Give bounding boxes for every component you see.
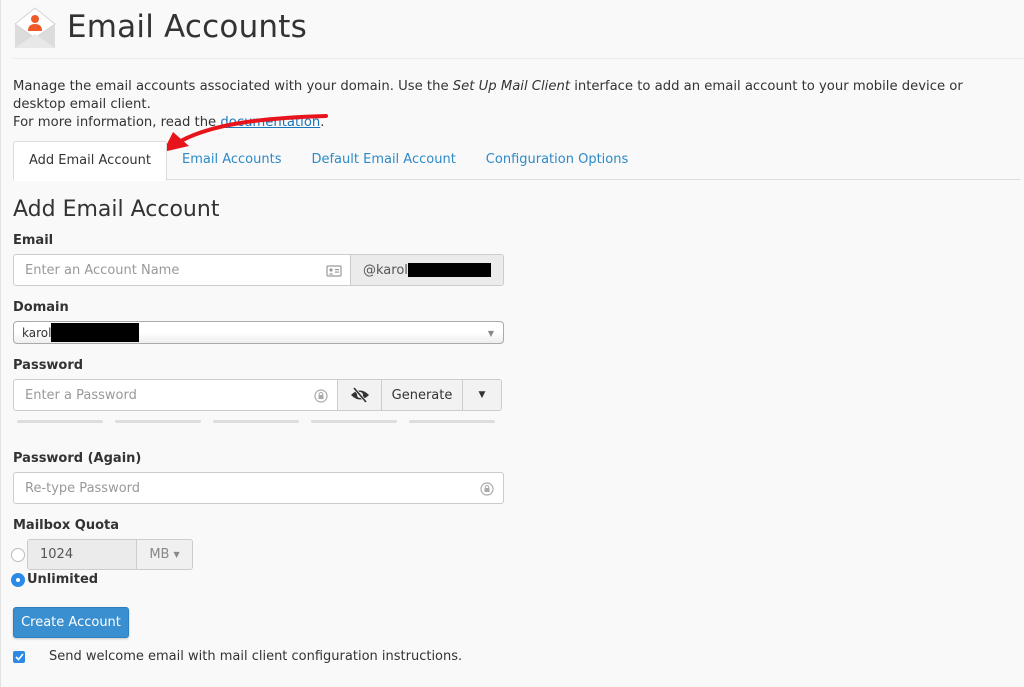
mailbox-quota-label: Mailbox Quota xyxy=(13,518,119,533)
email-label: Email xyxy=(13,233,54,248)
eye-slash-icon xyxy=(350,387,369,403)
section-title: Add Email Account xyxy=(13,197,220,222)
tab-add-email-account[interactable]: Add Email Account xyxy=(13,141,167,181)
tab-configuration-options[interactable]: Configuration Options xyxy=(471,141,643,179)
welcome-email-label: Send welcome email with mail client conf… xyxy=(49,649,463,664)
toggle-password-visibility-button[interactable] xyxy=(337,380,381,410)
strength-segment xyxy=(311,420,397,423)
set-up-mail-client-text: Set Up Mail Client xyxy=(452,79,570,94)
email-account-input[interactable] xyxy=(14,255,350,285)
password-again-label: Password (Again) xyxy=(13,451,142,466)
password-strength-meter xyxy=(17,420,495,423)
tab-email-accounts[interactable]: Email Accounts xyxy=(167,141,296,179)
domain-label: Domain xyxy=(13,300,69,315)
caret-down-icon: ▼ xyxy=(478,390,486,400)
tab-bar: Add Email Account Email Accounts Default… xyxy=(13,141,1020,181)
email-domain-addon: @karol xyxy=(350,255,503,285)
quota-limited-row: 1024 MB ▼ xyxy=(11,539,193,570)
email-domain-suffix: @karol xyxy=(363,262,408,278)
email-accounts-icon xyxy=(14,7,56,48)
password-again-input-group xyxy=(13,472,504,504)
email-input-group: @karol xyxy=(13,254,504,286)
generate-options-dropdown[interactable]: ▼ xyxy=(462,380,501,410)
header-divider xyxy=(13,58,1024,59)
contact-card-icon xyxy=(326,265,342,277)
quota-unit-label: MB xyxy=(149,547,170,562)
quota-unit-dropdown[interactable]: MB ▼ xyxy=(136,540,192,569)
caret-down-icon: ▼ xyxy=(173,550,180,559)
strength-segment xyxy=(17,420,103,423)
chevron-down-icon: ▼ xyxy=(487,329,494,338)
page-header: Email Accounts xyxy=(13,4,307,50)
domain-select[interactable]: karol ▼ xyxy=(13,321,504,344)
welcome-email-row: Send welcome email with mail client conf… xyxy=(13,649,462,664)
strength-segment xyxy=(115,420,201,423)
page-title: Email Accounts xyxy=(67,9,307,45)
redacted-block xyxy=(407,263,491,277)
quota-input-group: 1024 MB ▼ xyxy=(27,539,193,570)
description-text: For more information, read the xyxy=(13,115,221,130)
password-again-input[interactable] xyxy=(14,473,503,503)
password-input-group: Generate ▼ xyxy=(13,379,502,411)
description-text: Manage the email accounts associated wit… xyxy=(13,79,453,94)
page-description: Manage the email accounts associated wit… xyxy=(13,78,1018,132)
strength-segment xyxy=(213,420,299,423)
documentation-link[interactable]: documentation xyxy=(220,115,320,130)
create-account-button[interactable]: Create Account xyxy=(13,607,129,638)
generate-password-button[interactable]: Generate xyxy=(381,380,462,410)
password-manager-icon xyxy=(314,389,328,403)
quota-unlimited-radio[interactable] xyxy=(11,572,25,587)
password-label: Password xyxy=(13,358,84,373)
domain-selected-value: karol xyxy=(22,325,52,340)
strength-segment xyxy=(409,420,495,423)
quota-limited-radio[interactable] xyxy=(11,547,25,562)
checkmark-icon xyxy=(14,652,24,661)
quota-value-input[interactable]: 1024 xyxy=(28,540,136,569)
unlimited-label: Unlimited xyxy=(27,572,99,587)
password-input[interactable] xyxy=(14,380,337,410)
password-manager-icon xyxy=(480,482,494,496)
redacted-block xyxy=(51,323,140,342)
welcome-email-checkbox[interactable] xyxy=(13,650,25,663)
tab-default-email-account[interactable]: Default Email Account xyxy=(296,141,470,179)
description-text: . xyxy=(320,115,325,130)
quota-unlimited-row: Unlimited xyxy=(11,572,98,587)
